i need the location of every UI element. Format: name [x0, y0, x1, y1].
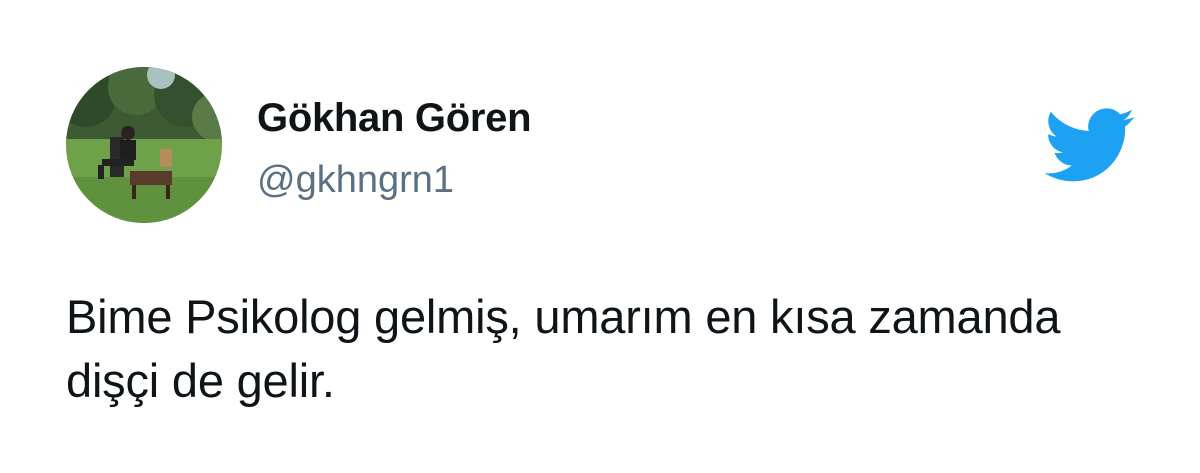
- user-handle[interactable]: @gkhngrn1: [257, 157, 454, 203]
- avatar-photo: [66, 67, 222, 223]
- avatar[interactable]: [66, 67, 222, 223]
- tweet-text: Bime Psikolog gelmiş, umarım en kısa zam…: [66, 290, 1061, 407]
- twitter-bird-icon-graphic: [1044, 108, 1135, 182]
- twitter-bird-icon[interactable]: [1044, 108, 1136, 184]
- display-name[interactable]: Gökhan Gören: [257, 94, 532, 142]
